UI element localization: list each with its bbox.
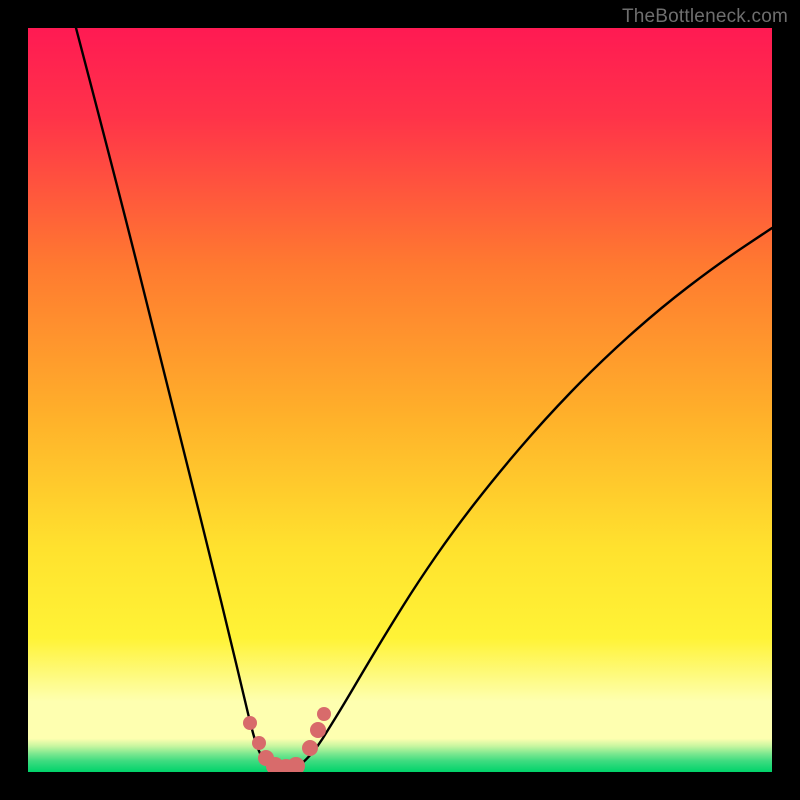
marker-dot	[287, 757, 305, 772]
chart-frame: TheBottleneck.com	[0, 0, 800, 800]
marker-dot	[302, 740, 318, 756]
marker-dot	[243, 716, 257, 730]
plot-area	[28, 28, 772, 772]
curve-markers	[243, 707, 331, 772]
watermark-text: TheBottleneck.com	[622, 6, 788, 28]
marker-dot	[317, 707, 331, 721]
marker-dot	[310, 722, 326, 738]
curves-layer	[28, 28, 772, 772]
bottleneck-curve	[76, 28, 772, 771]
marker-dot	[252, 736, 266, 750]
